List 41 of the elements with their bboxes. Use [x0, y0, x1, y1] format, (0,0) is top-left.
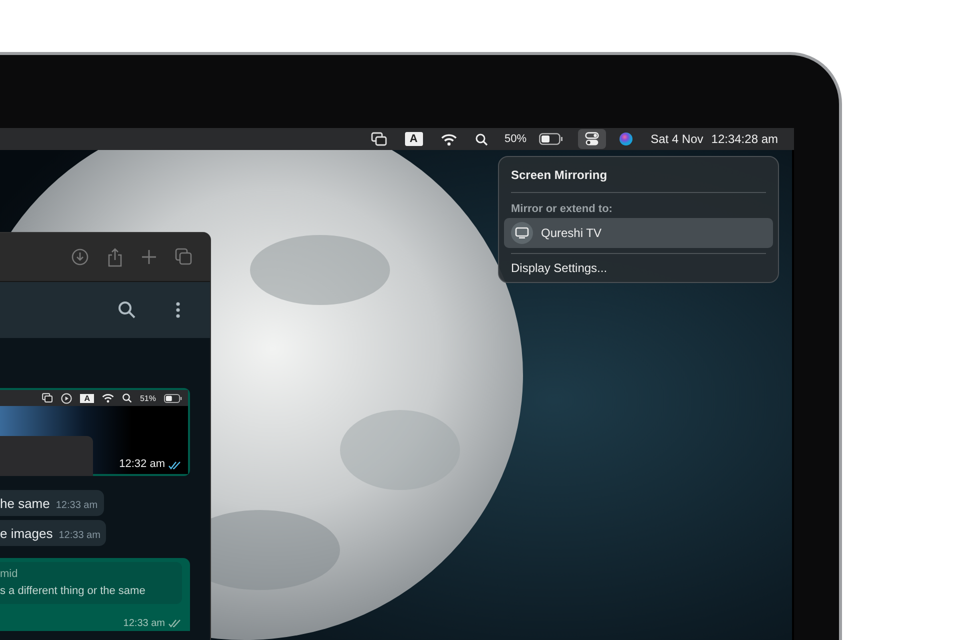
menu-bar-clock[interactable]: 12:34:28 am	[711, 132, 778, 146]
battery-percentage: 51%	[140, 394, 156, 402]
display-icon	[511, 222, 533, 244]
download-icon[interactable]	[71, 248, 89, 266]
quoted-author: mid	[0, 568, 19, 580]
input-source-indicator[interactable]: A	[404, 132, 423, 146]
search-icon	[122, 393, 132, 403]
more-icon[interactable]	[176, 302, 180, 318]
image-message[interactable]: A 51% 12:32 am	[0, 388, 190, 476]
play-icon	[61, 392, 72, 404]
wifi-icon[interactable]	[440, 132, 457, 146]
windows-icon	[42, 393, 54, 403]
message-time: 12:33 am	[56, 500, 98, 511]
search-icon[interactable]	[118, 301, 136, 319]
menu-bar-date[interactable]: Sat 4 Nov	[650, 132, 704, 146]
display-settings-item[interactable]: Display Settings...	[504, 254, 773, 277]
input-source-indicator: A	[80, 394, 94, 402]
battery-icon[interactable]	[538, 133, 563, 145]
windows-icon[interactable]	[370, 132, 387, 146]
orb-icon[interactable]	[618, 132, 633, 146]
device-item[interactable]: Qureshi TV	[504, 218, 773, 248]
quoted-text: s a different thing or the same	[0, 585, 146, 597]
message-text: he same	[0, 496, 50, 511]
plus-icon[interactable]	[141, 249, 157, 265]
menu-title: Screen Mirroring	[510, 167, 608, 184]
share-icon[interactable]	[107, 248, 123, 266]
search-icon[interactable]	[474, 132, 488, 146]
control-center-button[interactable]	[578, 129, 606, 149]
battery-icon	[164, 394, 182, 402]
message-text: e images	[0, 526, 53, 541]
battery-percentage: 50%	[504, 133, 527, 145]
message-time: 12:33 am	[58, 530, 100, 541]
toggles-icon	[584, 132, 599, 146]
message-bubble[interactable]: he same 12:33 am	[0, 490, 104, 516]
message-bubble[interactable]: e images 12:33 am	[0, 520, 106, 546]
reply-message[interactable]: mid s a different thing or the same 12:33 am	[0, 558, 190, 631]
wifi-icon	[102, 393, 114, 403]
message-time: 12:32 am	[119, 458, 165, 470]
tabs-icon[interactable]	[175, 248, 193, 266]
section-label: Mirror or extend to:	[510, 202, 614, 217]
message-time: 12:33 am	[123, 618, 165, 629]
